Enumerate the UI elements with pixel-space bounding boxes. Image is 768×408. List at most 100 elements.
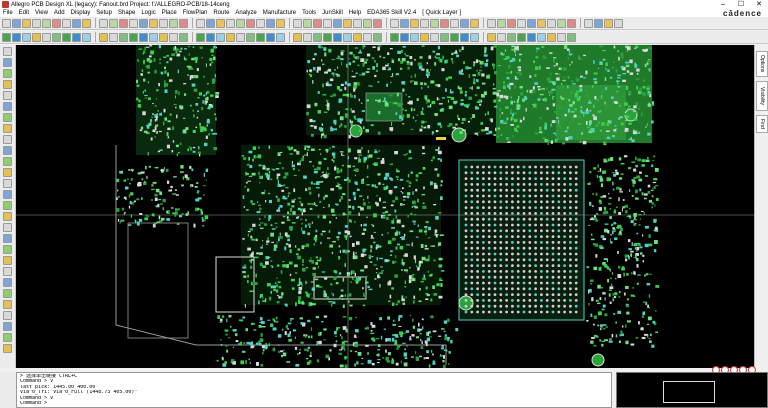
toolbar-tool-icon[interactable] bbox=[179, 32, 188, 42]
toolbar-tool-icon[interactable] bbox=[3, 311, 12, 320]
toolbar-tool-icon[interactable] bbox=[604, 18, 613, 28]
toolbar-tool-icon[interactable] bbox=[567, 32, 576, 42]
toolbar-tool-icon[interactable] bbox=[42, 18, 51, 28]
toolbar-tool-icon[interactable] bbox=[3, 91, 12, 100]
toolbar-tool-icon[interactable] bbox=[3, 168, 12, 177]
menu-tools[interactable]: Tools bbox=[299, 10, 319, 16]
menu-view[interactable]: View bbox=[32, 10, 51, 16]
toolbar-tool-icon[interactable] bbox=[206, 18, 215, 28]
toolbar-tool-icon[interactable] bbox=[159, 32, 168, 42]
world-view-minimap[interactable] bbox=[616, 372, 768, 408]
toolbar-tool-icon[interactable] bbox=[196, 32, 205, 42]
toolbar-tool-icon[interactable] bbox=[2, 18, 11, 28]
toolbar-tool-icon[interactable] bbox=[3, 179, 12, 188]
toolbar-tool-icon[interactable] bbox=[159, 18, 168, 28]
menu-logic[interactable]: Logic bbox=[138, 10, 158, 16]
toolbar-tool-icon[interactable] bbox=[3, 201, 12, 210]
toolbar-tool-icon[interactable] bbox=[149, 18, 158, 28]
toolbar-tool-icon[interactable] bbox=[72, 18, 81, 28]
toolbar-tool-icon[interactable] bbox=[32, 18, 41, 28]
toolbar-tool-icon[interactable] bbox=[313, 18, 322, 28]
toolbar-tool-icon[interactable] bbox=[206, 32, 215, 42]
toolbar-tool-icon[interactable] bbox=[196, 18, 205, 28]
toolbar-tool-icon[interactable] bbox=[400, 18, 409, 28]
toolbar-tool-icon[interactable] bbox=[333, 18, 342, 28]
toolbar-tool-icon[interactable] bbox=[517, 18, 526, 28]
toolbar-tool-icon[interactable] bbox=[109, 32, 118, 42]
toolbar-tool-icon[interactable] bbox=[3, 256, 12, 265]
toolbar-tool-icon[interactable] bbox=[169, 18, 178, 28]
toolbar-tool-icon[interactable] bbox=[3, 157, 12, 166]
toolbar-tool-icon[interactable] bbox=[22, 18, 31, 28]
menu-eda365-skill-v2-4[interactable]: EDA365 Skill V2.4 bbox=[364, 10, 419, 16]
toolbar-tool-icon[interactable] bbox=[3, 223, 12, 232]
menu-analyze[interactable]: Analyze bbox=[232, 10, 259, 16]
toolbar-tool-icon[interactable] bbox=[276, 32, 285, 42]
toolbar-tool-icon[interactable] bbox=[22, 32, 31, 42]
toolbar-tool-icon[interactable] bbox=[363, 18, 372, 28]
toolbar-tool-icon[interactable] bbox=[3, 289, 12, 298]
maximize-button[interactable]: ☐ bbox=[732, 0, 750, 9]
toolbar-tool-icon[interactable] bbox=[537, 18, 546, 28]
toolbar-tool-icon[interactable] bbox=[52, 18, 61, 28]
tab-find[interactable]: Find bbox=[756, 115, 768, 133]
toolbar-tool-icon[interactable] bbox=[410, 32, 419, 42]
toolbar-tool-icon[interactable] bbox=[246, 18, 255, 28]
toolbar-tool-icon[interactable] bbox=[594, 18, 603, 28]
toolbar-tool-icon[interactable] bbox=[3, 267, 12, 276]
toolbar-tool-icon[interactable] bbox=[517, 32, 526, 42]
toolbar-tool-icon[interactable] bbox=[216, 32, 225, 42]
menu-shape[interactable]: Shape bbox=[115, 10, 138, 16]
menu-help[interactable]: Help bbox=[346, 10, 364, 16]
pcb-design-canvas[interactable] bbox=[16, 45, 754, 368]
toolbar-tool-icon[interactable] bbox=[119, 18, 128, 28]
toolbar-tool-icon[interactable] bbox=[507, 18, 516, 28]
toolbar-tool-icon[interactable] bbox=[3, 245, 12, 254]
toolbar-tool-icon[interactable] bbox=[557, 32, 566, 42]
toolbar-tool-icon[interactable] bbox=[3, 47, 12, 56]
menu-flowplan[interactable]: FlowPlan bbox=[180, 10, 211, 16]
toolbar-tool-icon[interactable] bbox=[584, 18, 593, 28]
toolbar-tool-icon[interactable] bbox=[390, 32, 399, 42]
toolbar-tool-icon[interactable] bbox=[82, 18, 91, 28]
console-prompt[interactable]: Command > bbox=[20, 401, 608, 406]
toolbar-tool-icon[interactable] bbox=[410, 18, 419, 28]
toolbar-tool-icon[interactable] bbox=[537, 32, 546, 42]
toolbar-tool-icon[interactable] bbox=[109, 18, 118, 28]
toolbar-tool-icon[interactable] bbox=[363, 32, 372, 42]
pcb-board-svg[interactable] bbox=[16, 45, 754, 368]
toolbar-tool-icon[interactable] bbox=[527, 32, 536, 42]
toolbar-tool-icon[interactable] bbox=[497, 18, 506, 28]
menu-route[interactable]: Route bbox=[210, 10, 232, 16]
toolbar-tool-icon[interactable] bbox=[313, 32, 322, 42]
toolbar-tool-icon[interactable] bbox=[460, 32, 469, 42]
toolbar-tool-icon[interactable] bbox=[470, 18, 479, 28]
toolbar-tool-icon[interactable] bbox=[256, 32, 265, 42]
toolbar-tool-icon[interactable] bbox=[119, 32, 128, 42]
toolbar-tool-icon[interactable] bbox=[460, 18, 469, 28]
toolbar-tool-icon[interactable] bbox=[430, 18, 439, 28]
toolbar-tool-icon[interactable] bbox=[3, 190, 12, 199]
menu-edit[interactable]: Edit bbox=[16, 10, 32, 16]
toolbar-tool-icon[interactable] bbox=[547, 18, 556, 28]
toolbar-tool-icon[interactable] bbox=[62, 32, 71, 42]
toolbar-tool-icon[interactable] bbox=[236, 18, 245, 28]
toolbar-tool-icon[interactable] bbox=[226, 18, 235, 28]
toolbar-tool-icon[interactable] bbox=[99, 18, 108, 28]
menu-display[interactable]: Display bbox=[68, 10, 94, 16]
toolbar-tool-icon[interactable] bbox=[390, 18, 399, 28]
toolbar-tool-icon[interactable] bbox=[236, 32, 245, 42]
menu-file[interactable]: File bbox=[0, 10, 16, 16]
toolbar-tool-icon[interactable] bbox=[303, 18, 312, 28]
toolbar-tool-icon[interactable] bbox=[333, 32, 342, 42]
toolbar-tool-icon[interactable] bbox=[2, 32, 11, 42]
toolbar-tool-icon[interactable] bbox=[3, 333, 12, 342]
toolbar-tool-icon[interactable] bbox=[440, 32, 449, 42]
toolbar-tool-icon[interactable] bbox=[557, 18, 566, 28]
toolbar-tool-icon[interactable] bbox=[149, 32, 158, 42]
toolbar-tool-icon[interactable] bbox=[420, 18, 429, 28]
toolbar-tool-icon[interactable] bbox=[216, 18, 225, 28]
toolbar-tool-icon[interactable] bbox=[293, 32, 302, 42]
toolbar-tool-icon[interactable] bbox=[139, 18, 148, 28]
toolbar-tool-icon[interactable] bbox=[527, 18, 536, 28]
